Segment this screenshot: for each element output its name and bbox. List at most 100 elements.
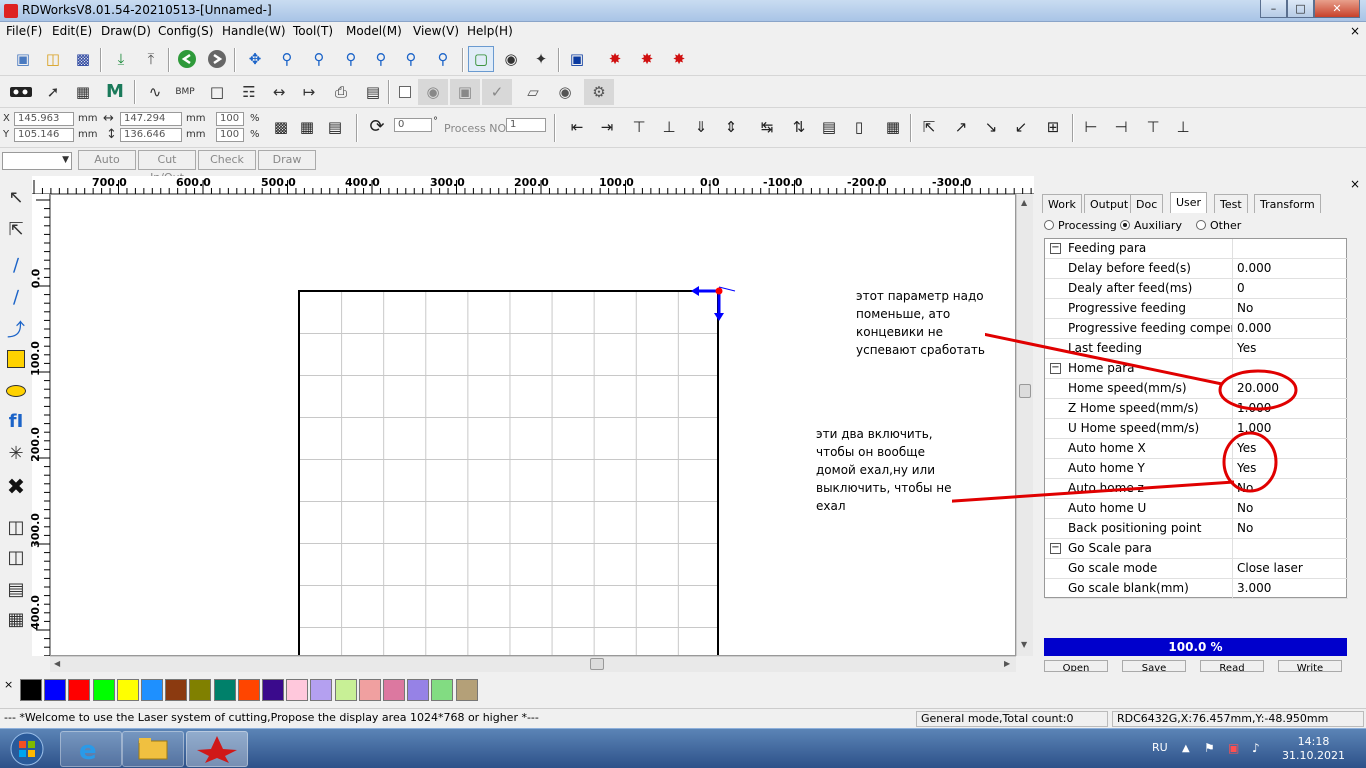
minimize-button[interactable]: – bbox=[1260, 0, 1287, 18]
select-box-icon[interactable]: ▣ bbox=[450, 79, 480, 105]
redo-icon[interactable] bbox=[204, 46, 230, 72]
knife-icon[interactable]: ✦ bbox=[528, 46, 554, 72]
color-swatch[interactable] bbox=[213, 679, 236, 701]
same-width-icon[interactable]: ↹ bbox=[754, 114, 780, 140]
pan-icon[interactable]: ✥ bbox=[242, 46, 268, 72]
v-center-icon[interactable]: ▯ bbox=[846, 114, 872, 140]
menu-help[interactable]: Help(H) bbox=[467, 24, 513, 38]
property-value[interactable]: Yes bbox=[1237, 441, 1256, 455]
zoom-data-icon[interactable]: ⚲ bbox=[430, 46, 456, 72]
align-center-v-icon[interactable]: ⇕ bbox=[718, 114, 744, 140]
radio-other[interactable]: Other bbox=[1196, 219, 1241, 232]
import-icon[interactable]: ⤓ bbox=[108, 46, 134, 72]
top-right-icon[interactable]: ↗ bbox=[948, 114, 974, 140]
dist-v-icon[interactable]: ↦ bbox=[296, 79, 322, 105]
property-row[interactable]: U Home speed(mm/s) 1.000 bbox=[1045, 419, 1348, 439]
tray-network-icon[interactable]: ▣ bbox=[1228, 741, 1239, 755]
apply-size-icon[interactable]: ▤ bbox=[322, 114, 348, 140]
property-value[interactable]: 0 bbox=[1237, 281, 1245, 295]
property-group[interactable]: − Home para bbox=[1045, 359, 1348, 379]
menu-draw[interactable]: Draw(D) bbox=[101, 24, 151, 38]
collapse-icon[interactable]: − bbox=[1050, 363, 1061, 374]
property-value[interactable]: No bbox=[1237, 501, 1253, 515]
align-left-icon[interactable]: ⇤ bbox=[564, 114, 590, 140]
color-swatch[interactable] bbox=[189, 679, 212, 701]
lock-icon[interactable]: ▩ bbox=[268, 114, 294, 140]
y-position-field[interactable]: 105.146 bbox=[14, 128, 74, 142]
rect-icon[interactable]: □ bbox=[204, 79, 230, 105]
color-swatch[interactable] bbox=[68, 679, 91, 701]
tab-output[interactable]: Output bbox=[1084, 194, 1135, 213]
check-button[interactable]: Check bbox=[198, 150, 256, 170]
property-row[interactable]: Go scale blank(mm) 3.000 bbox=[1045, 579, 1348, 599]
taskbar-ie-icon[interactable]: e bbox=[60, 731, 122, 767]
property-row[interactable]: Back positioning point No bbox=[1045, 519, 1348, 539]
export-icon[interactable]: ⤒ bbox=[138, 46, 164, 72]
property-group[interactable]: − Go Scale para bbox=[1045, 539, 1348, 559]
tab-doc[interactable]: Doc bbox=[1130, 194, 1164, 213]
panel-close-icon[interactable]: × bbox=[1350, 177, 1360, 191]
auto-button[interactable]: Auto bbox=[78, 150, 136, 170]
align-right-icon[interactable]: ⇥ bbox=[594, 114, 620, 140]
dot-icon[interactable]: ✳ bbox=[3, 440, 29, 466]
start-button[interactable] bbox=[2, 729, 52, 768]
gear-icon[interactable]: ⚙ bbox=[584, 79, 614, 105]
align-top-icon[interactable]: ⊤ bbox=[626, 114, 652, 140]
property-value[interactable]: 1.000 bbox=[1237, 401, 1271, 415]
space-h-icon[interactable]: ⊢ bbox=[1078, 114, 1104, 140]
mirror-v-icon[interactable]: ◫ bbox=[3, 544, 29, 570]
zoom-window-icon[interactable]: ⚲ bbox=[398, 46, 424, 72]
color-swatch[interactable] bbox=[455, 679, 478, 701]
menu-tool[interactable]: Tool(T) bbox=[293, 24, 333, 38]
height-field[interactable]: 136.646 bbox=[120, 128, 182, 142]
align-center-h-icon[interactable]: ⇓ bbox=[688, 114, 714, 140]
eye-icon[interactable]: ◉ bbox=[550, 79, 580, 105]
scroll-right-icon[interactable]: ▶ bbox=[1004, 659, 1010, 668]
draw-button[interactable]: Draw bbox=[258, 150, 316, 170]
device-icon[interactable] bbox=[8, 79, 34, 105]
laser-b-icon[interactable]: ✸ bbox=[634, 46, 660, 72]
align-bottom-icon[interactable]: ⊥ bbox=[656, 114, 682, 140]
dist-h-icon[interactable]: ↔ bbox=[266, 79, 292, 105]
printer-icon[interactable]: ⎙ bbox=[328, 79, 354, 105]
write-button[interactable]: Write bbox=[1278, 660, 1342, 672]
property-row[interactable]: Auto home z No bbox=[1045, 479, 1348, 499]
radio-auxiliary[interactable]: Auxiliary bbox=[1120, 219, 1182, 232]
rectangle-icon[interactable] bbox=[3, 346, 29, 372]
property-row[interactable]: Auto home U No bbox=[1045, 499, 1348, 519]
save-disk-icon[interactable]: ▩ bbox=[70, 46, 96, 72]
color-swatch[interactable] bbox=[116, 679, 139, 701]
property-value[interactable]: No bbox=[1237, 481, 1253, 495]
rotate-angle-field[interactable]: 0 bbox=[394, 118, 432, 132]
process-no-field[interactable]: 1 bbox=[506, 118, 546, 132]
center-icon[interactable]: ⊞ bbox=[1040, 114, 1066, 140]
menu-close-icon[interactable]: × bbox=[1350, 24, 1360, 38]
select-arrow-icon[interactable]: ↖ bbox=[3, 184, 29, 210]
checkbox[interactable] bbox=[392, 79, 418, 105]
frame-icon[interactable]: ▢ bbox=[468, 46, 494, 72]
menu-model[interactable]: Model(M) bbox=[346, 24, 402, 38]
bmp-icon[interactable]: BMP bbox=[172, 79, 198, 105]
ellipse-icon[interactable] bbox=[3, 378, 29, 404]
bottom-right-icon[interactable]: ↘ bbox=[978, 114, 1004, 140]
property-row[interactable]: Progressive feeding compensation 0.000 bbox=[1045, 319, 1348, 339]
parallelogram-icon[interactable]: ▱ bbox=[518, 79, 548, 105]
same-height-icon[interactable]: ⇅ bbox=[786, 114, 812, 140]
line-icon[interactable]: ∕ bbox=[3, 252, 29, 278]
x-position-field[interactable]: 145.963 bbox=[14, 112, 74, 126]
rotate-icon[interactable]: ⟳ bbox=[364, 114, 390, 140]
curve-icon[interactable]: ∿ bbox=[142, 79, 168, 105]
taskbar-explorer-icon[interactable] bbox=[122, 731, 184, 767]
clock[interactable]: 14:18 31.10.2021 bbox=[1282, 735, 1345, 763]
same-size-icon[interactable]: ▤ bbox=[816, 114, 842, 140]
open-button[interactable]: Open bbox=[1044, 660, 1108, 672]
width-percent-field[interactable]: 100 bbox=[216, 112, 244, 126]
tray-flag-icon[interactable]: ⚑ bbox=[1204, 741, 1215, 755]
mirror-h-icon[interactable]: ◫ bbox=[3, 514, 29, 540]
collapse-icon[interactable]: − bbox=[1050, 543, 1061, 554]
cut-in-out-button[interactable]: Cut In/Out bbox=[138, 150, 196, 184]
canvas-vertical-scrollbar[interactable]: ▲ ▼ bbox=[1016, 194, 1033, 656]
property-value[interactable]: No bbox=[1237, 301, 1253, 315]
camera-icon[interactable]: ◉ bbox=[498, 46, 524, 72]
property-row[interactable]: Last feeding Yes bbox=[1045, 339, 1348, 359]
